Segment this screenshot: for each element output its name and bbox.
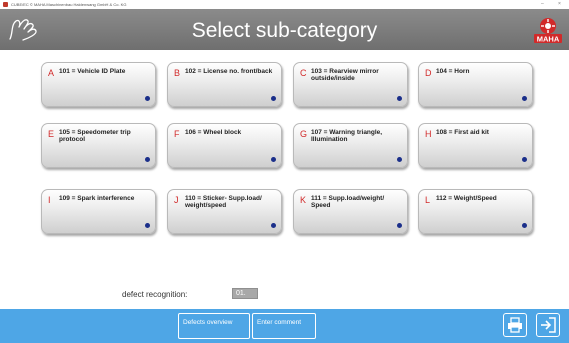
tile-indicator xyxy=(522,223,527,228)
tile-105[interactable]: E 105 = Speedometer trip protocol xyxy=(41,123,156,168)
tile-101[interactable]: A 101 = Vehicle ID Plate xyxy=(41,62,156,107)
exit-button[interactable] xyxy=(536,313,560,337)
tile-label: 104 = Horn xyxy=(436,68,470,75)
print-button[interactable] xyxy=(503,313,527,337)
tile-indicator xyxy=(397,223,402,228)
close-button[interactable]: × xyxy=(558,1,561,7)
tile-label: 108 = First aid kit xyxy=(436,129,489,136)
tile-letter: D xyxy=(425,68,432,78)
tile-label: 102 = License no. front/back xyxy=(185,68,273,75)
tile-label: 112 = Weight/Speed xyxy=(436,195,497,202)
tile-label: 107 = Warning triangle, Illumination xyxy=(311,129,383,143)
tile-indicator xyxy=(145,223,150,228)
tile-indicator xyxy=(522,96,527,101)
tile-111[interactable]: K 111 = Supp.load/weight/ Speed xyxy=(293,189,408,234)
defect-recognition-field[interactable]: 01. xyxy=(232,288,258,299)
subcategory-grid: A 101 = Vehicle ID Plate B 102 = License… xyxy=(0,50,569,309)
tile-102[interactable]: B 102 = License no. front/back xyxy=(167,62,282,107)
enter-comment-button[interactable]: Enter comment xyxy=(252,313,316,339)
tile-label: 106 = Wheel block xyxy=(185,129,242,136)
tile-110[interactable]: J 110 = Sticker- Supp.load/ weight/speed xyxy=(167,189,282,234)
tile-indicator xyxy=(397,157,402,162)
tile-indicator xyxy=(145,96,150,101)
tile-indicator xyxy=(271,223,276,228)
footer-bar: Defects overview Enter comment xyxy=(0,309,569,343)
tile-letter: L xyxy=(425,195,431,205)
tile-indicator xyxy=(145,157,150,162)
tile-112[interactable]: L 112 = Weight/Speed xyxy=(418,189,533,234)
window-titlebar: CUBE/EC © MAHA Maschinenbau Haldenwang G… xyxy=(0,0,569,9)
tile-label: 111 = Supp.load/weight/ Speed xyxy=(311,195,385,209)
tile-107[interactable]: G 107 = Warning triangle, Illumination xyxy=(293,123,408,168)
tile-indicator xyxy=(271,96,276,101)
page-title: Select sub-category xyxy=(191,19,378,42)
window-title: CUBE/EC © MAHA Maschinenbau Haldenwang G… xyxy=(11,2,127,7)
defect-recognition-label: defect recognition: xyxy=(122,290,188,299)
tile-103[interactable]: C 103 = Rearview mirror outside/inside xyxy=(293,62,408,107)
tile-106[interactable]: F 106 = Wheel block xyxy=(167,123,282,168)
tile-109[interactable]: I 109 = Spark interference xyxy=(41,189,156,234)
header-bar: Select sub-category MAHA xyxy=(0,9,569,50)
minimize-button[interactable]: – xyxy=(541,1,544,7)
tile-indicator xyxy=(522,157,527,162)
tile-letter: G xyxy=(300,129,308,139)
exit-icon xyxy=(541,317,556,333)
tile-label: 110 = Sticker- Supp.load/ weight/speed xyxy=(185,195,262,209)
tile-label: 103 = Rearview mirror outside/inside xyxy=(311,68,379,82)
tile-letter: A xyxy=(48,68,55,78)
tile-letter: C xyxy=(300,68,307,78)
tile-indicator xyxy=(271,157,276,162)
tile-104[interactable]: D 104 = Horn xyxy=(418,62,533,107)
tile-label: 105 = Speedometer trip protocol xyxy=(59,129,131,143)
tile-label: 109 = Spark interference xyxy=(59,195,135,202)
tile-letter: E xyxy=(48,129,55,139)
tile-letter: J xyxy=(174,195,179,205)
defects-overview-button[interactable]: Defects overview xyxy=(178,313,250,339)
tile-letter: I xyxy=(48,195,51,205)
printer-icon xyxy=(508,317,522,333)
tile-label: 101 = Vehicle ID Plate xyxy=(59,68,126,75)
tile-letter: F xyxy=(174,129,180,139)
tile-indicator xyxy=(397,96,402,101)
tile-letter: B xyxy=(174,68,181,78)
app-icon xyxy=(3,2,8,7)
maha-logo: MAHA xyxy=(534,18,562,44)
brand-text: MAHA xyxy=(537,35,560,44)
tile-letter: H xyxy=(425,129,432,139)
tile-108[interactable]: H 108 = First aid kit xyxy=(418,123,533,168)
tile-letter: K xyxy=(300,195,307,205)
